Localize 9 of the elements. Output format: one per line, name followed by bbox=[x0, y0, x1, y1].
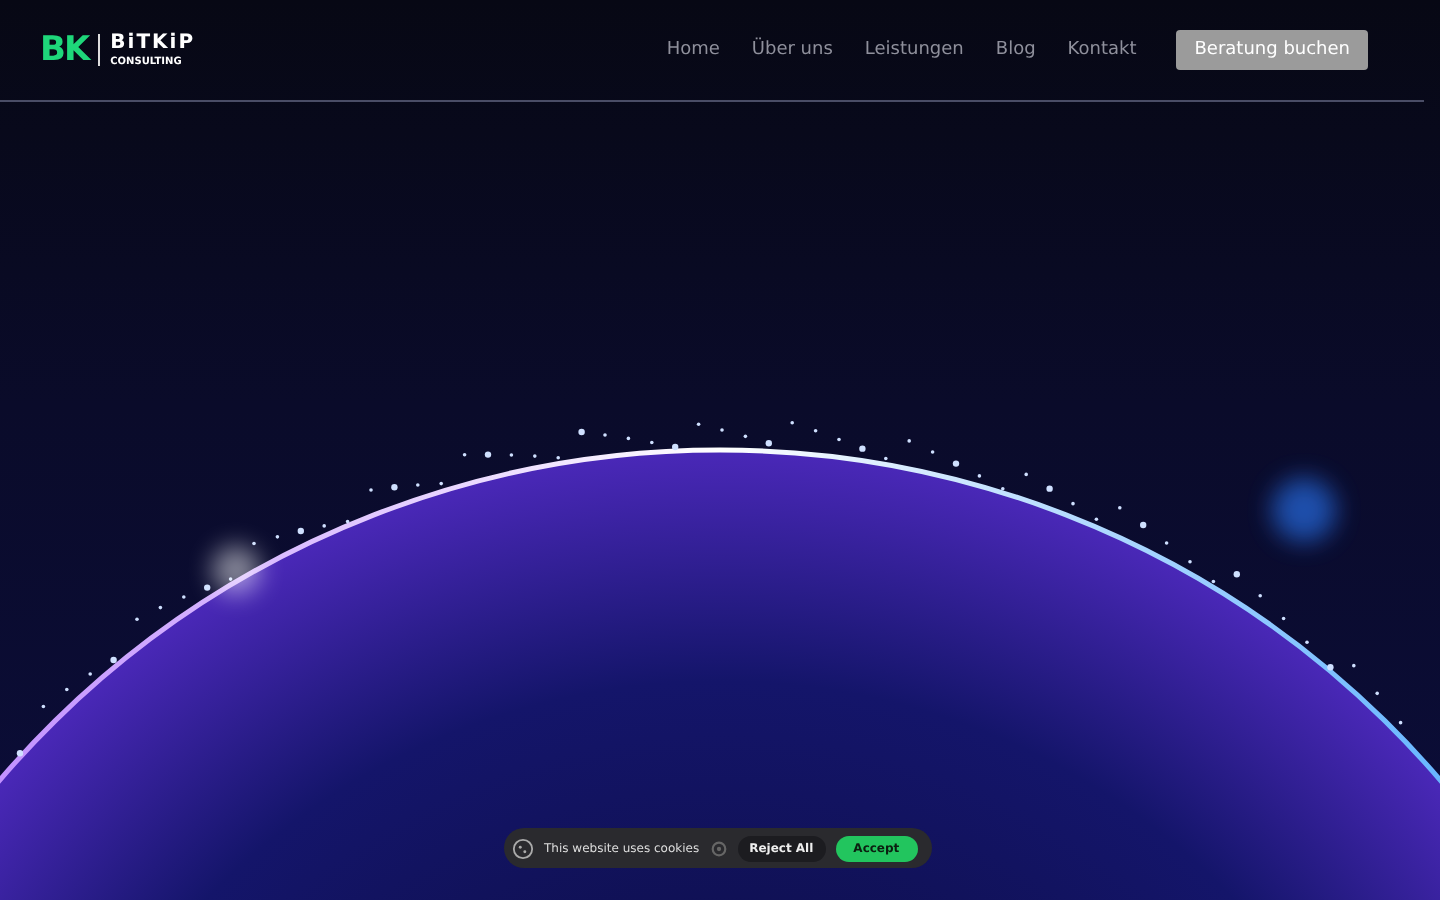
nav-link[interactable]: Kontakt bbox=[1067, 40, 1137, 60]
settings-icon[interactable] bbox=[709, 839, 728, 857]
cookie-icon bbox=[512, 837, 534, 859]
nav-link[interactable]: Blog bbox=[995, 40, 1036, 60]
logo-name: BiTKiP bbox=[110, 33, 196, 53]
nav-link[interactable]: Über uns bbox=[751, 40, 833, 60]
logo-mark[interactable]: BK bbox=[40, 30, 89, 70]
nav-link[interactable]: Home bbox=[666, 40, 720, 60]
nav-link[interactable]: Leistungen bbox=[864, 40, 964, 60]
